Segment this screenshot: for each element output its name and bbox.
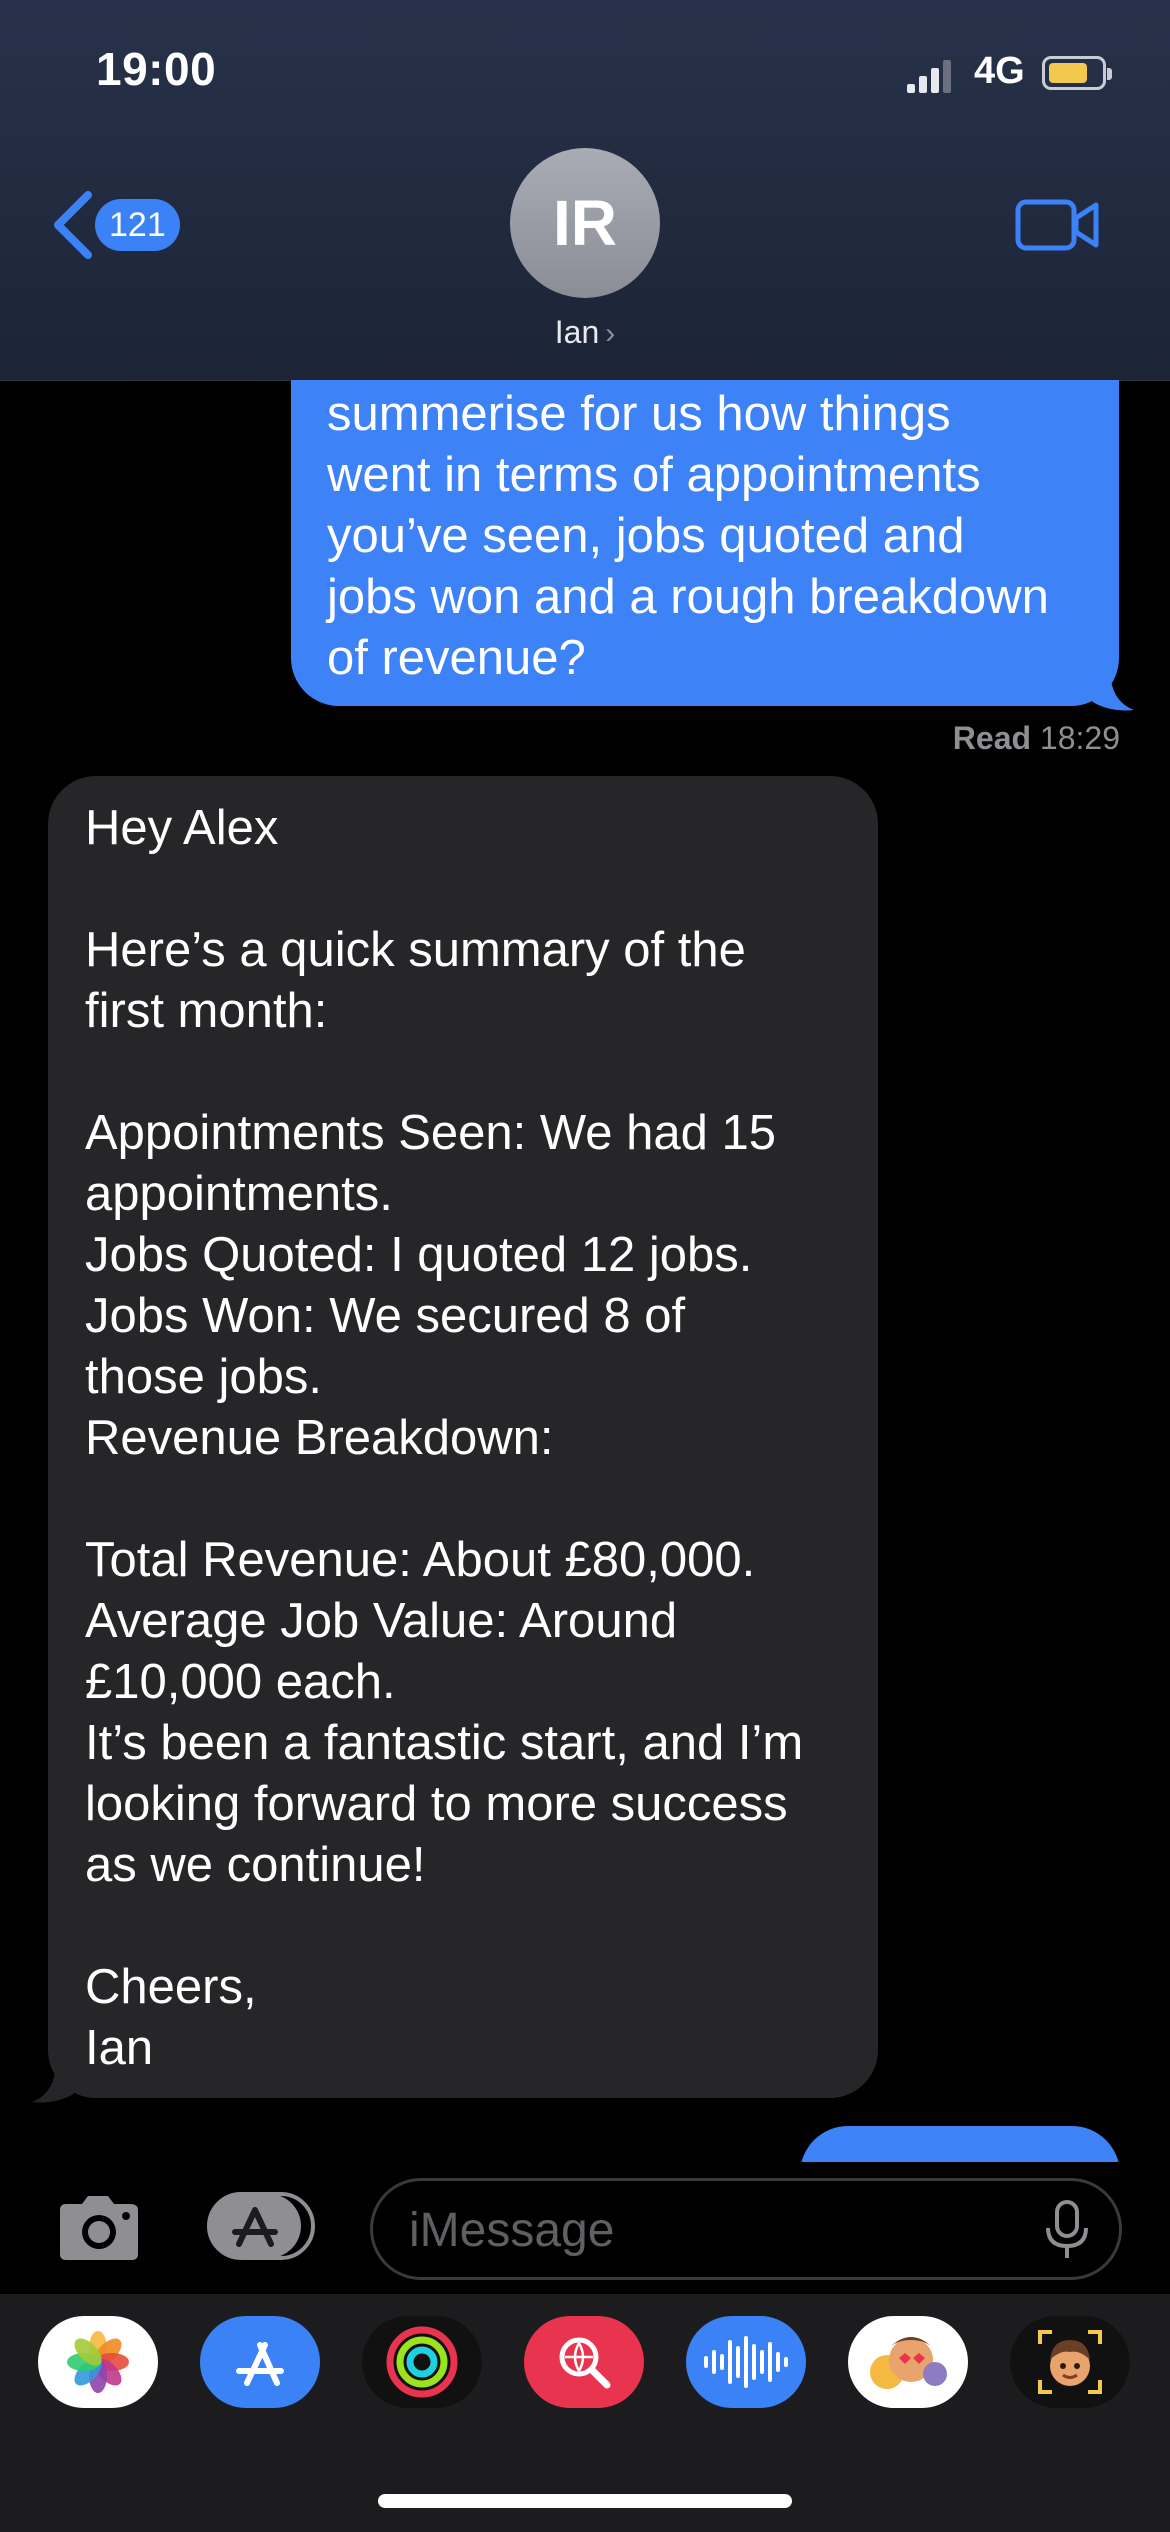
activity-icon[interactable]	[362, 2316, 482, 2408]
memoji-icon[interactable]	[1010, 2316, 1130, 2408]
memoji-stickers-icon[interactable]	[848, 2316, 968, 2408]
network-type: 4G	[974, 50, 1025, 92]
contact-avatar[interactable]: IR	[510, 148, 660, 298]
message-line	[85, 859, 842, 920]
message-line: Average Job Value: Around	[85, 1594, 678, 1648]
contact-name: Ian	[554, 314, 600, 350]
message-line: Here’s a quick summary of the	[85, 923, 746, 977]
message-line	[85, 1896, 842, 1957]
message-line: of revenue?	[327, 631, 586, 685]
read-label: Read	[952, 720, 1032, 756]
message-line: Jobs Quoted: I quoted 12 jobs.	[85, 1228, 753, 1282]
app-store-apps-icon[interactable]	[207, 2190, 319, 2262]
outgoing-message-text: summerise for us how things went in terms…	[327, 380, 1079, 689]
message-line: Hey Alex	[85, 801, 279, 855]
web-images-icon[interactable]	[524, 2316, 644, 2408]
message-line: as we continue!	[85, 1838, 426, 1892]
bubble-tail	[32, 2060, 78, 2103]
unread-count-badge[interactable]: 121	[95, 199, 180, 251]
message-line: summerise for us how things	[327, 387, 951, 441]
audio-message-icon[interactable]	[686, 2316, 806, 2408]
message-line: It’s been a fantastic start, and I’m	[85, 1716, 804, 1770]
chevron-right-icon: ›	[605, 317, 616, 350]
read-receipt: Read 18:29	[953, 720, 1120, 757]
message-line: those jobs.	[85, 1350, 322, 1404]
bubble-tail	[1088, 668, 1134, 711]
message-line: jobs won and a rough breakdown	[327, 570, 1049, 624]
message-line: you’ve seen, jobs quoted and	[327, 509, 965, 563]
message-placeholder: iMessage	[409, 2204, 615, 2257]
photos-icon[interactable]	[38, 2316, 158, 2408]
message-line: Appointments Seen: We had 15	[85, 1106, 777, 1160]
cellular-signal-icon	[907, 60, 951, 93]
message-line: first month:	[85, 984, 328, 1038]
message-line: £10,000 each.	[85, 1655, 396, 1709]
message-line	[85, 1469, 842, 1530]
message-line: Ian	[85, 2021, 154, 2075]
incoming-message-bubble[interactable]: Hey Alex Here’s a quick summary of the fi…	[48, 776, 878, 2098]
message-line: Cheers,	[85, 1960, 257, 2014]
message-line: went in terms of appointments	[327, 448, 981, 502]
message-line: appointments.	[85, 1167, 393, 1221]
message-line: Jobs Won: We secured 8 of	[85, 1289, 686, 1343]
message-line: looking forward to more success	[85, 1777, 788, 1831]
app-store-icon[interactable]	[200, 2316, 320, 2408]
microphone-icon[interactable]	[1042, 2200, 1092, 2260]
message-input[interactable]: iMessage	[370, 2178, 1122, 2280]
read-time: 18:29	[1039, 720, 1120, 756]
battery-icon	[1042, 56, 1112, 90]
message-line: Revenue Breakdown:	[85, 1411, 554, 1465]
home-indicator[interactable]	[378, 2494, 792, 2508]
camera-icon[interactable]	[52, 2192, 144, 2264]
outgoing-message-bubble[interactable]: summerise for us how things went in terms…	[291, 380, 1119, 706]
status-time: 19:00	[96, 43, 217, 95]
incoming-message-text: Hey Alex Here’s a quick summary of the fi…	[85, 798, 842, 2079]
message-line: Total Revenue: About £80,000.	[85, 1533, 756, 1587]
message-line	[85, 1042, 842, 1103]
facetime-video-icon[interactable]	[1015, 196, 1100, 254]
contact-name-button[interactable]: Ian ›	[0, 314, 1170, 351]
